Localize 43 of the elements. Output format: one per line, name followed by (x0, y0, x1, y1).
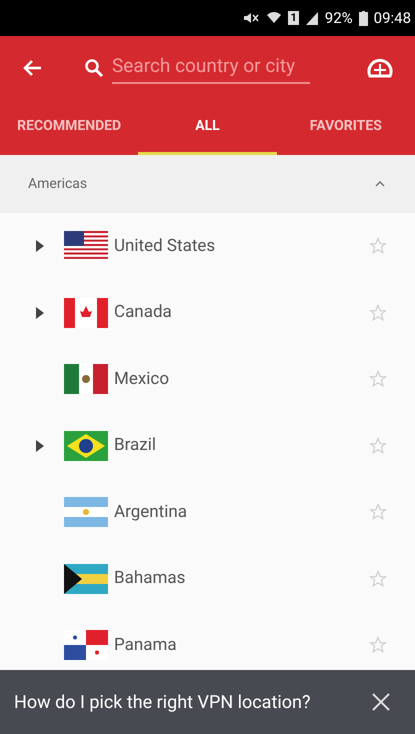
search-field[interactable]: Search country or city (112, 52, 310, 84)
back-arrow-icon[interactable] (22, 59, 42, 77)
expand-arrow-icon[interactable] (36, 306, 44, 319)
flag-icon (64, 497, 108, 528)
chevron-icon (375, 181, 385, 187)
flag-icon (64, 364, 108, 394)
flag-icon (64, 630, 108, 660)
star-icon[interactable] (369, 370, 387, 388)
star-icon[interactable] (369, 436, 387, 455)
country-name: Mexico (114, 368, 170, 390)
signal-icon (304, 11, 319, 25)
expand-arrow-icon[interactable] (36, 240, 44, 252)
country-name: Panama (114, 634, 177, 656)
country-name: Argentina (114, 500, 187, 524)
flag-icon (64, 298, 108, 328)
country-name: Bahamas (114, 567, 186, 590)
battery-percent: 92% (324, 8, 353, 29)
country-row[interactable]: Argentina (0, 479, 415, 546)
expand-arrow-icon[interactable] (36, 440, 44, 452)
flag-icon (64, 430, 108, 461)
country-row[interactable]: Mexico (0, 346, 415, 412)
search-icon (84, 58, 104, 78)
close-icon[interactable] (371, 692, 391, 712)
country-row[interactable]: Bahamas (0, 546, 415, 612)
section-header[interactable]: Americas (0, 155, 415, 213)
country-name: United States (114, 234, 216, 258)
country-name: Canada (114, 301, 172, 324)
snackbar-message: How do I pick the right VPN location? (14, 690, 310, 714)
clock-time: 09:48 (374, 8, 411, 29)
flag-icon (64, 564, 108, 594)
star-icon[interactable] (369, 304, 387, 322)
battery-icon (358, 10, 368, 26)
flag-icon (64, 231, 108, 262)
star-icon[interactable] (369, 503, 387, 522)
star-icon[interactable] (369, 237, 387, 256)
country-row[interactable]: Canada (0, 280, 415, 346)
country-name: Brazil (114, 434, 156, 457)
sim-icon: 1 (288, 11, 299, 25)
star-icon[interactable] (369, 570, 387, 588)
country-row[interactable]: Brazil (0, 412, 415, 479)
country-row[interactable]: United States (0, 213, 415, 280)
star-icon[interactable] (369, 636, 387, 654)
mute-icon (242, 11, 260, 25)
